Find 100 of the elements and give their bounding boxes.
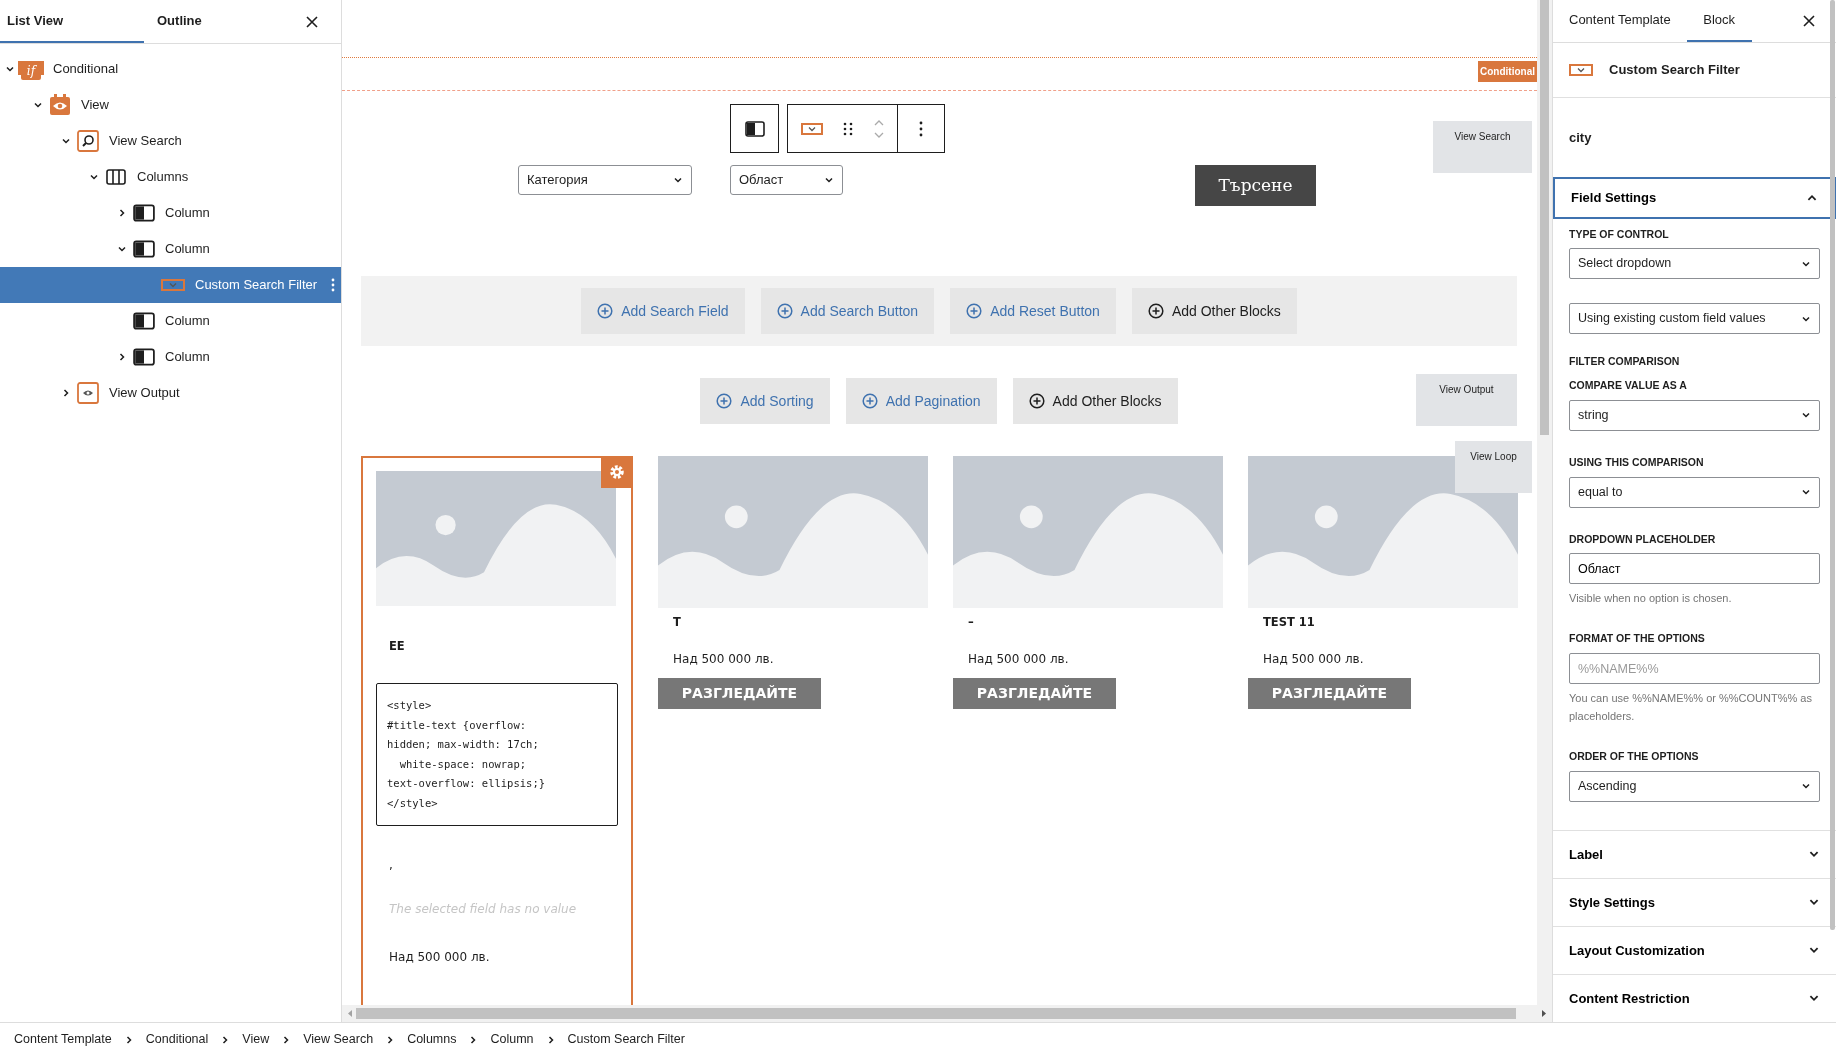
input-field[interactable]: Област <box>1569 553 1820 585</box>
add-button[interactable]: Add Other Blocks <box>1012 378 1178 424</box>
tree-item[interactable]: Column <box>0 339 341 375</box>
code-block: <style> #title-text {overflow: hidden; max-width: 17ch; white-space: nowrap; text-overflow: ellipsis;} </style> <box>376 683 618 827</box>
panel-tab[interactable]: Content Template <box>1561 0 1679 43</box>
dropdown[interactable]: equal to <box>1569 476 1820 508</box>
add-button[interactable]: Add Reset Button <box>950 288 1116 334</box>
tree-item-label: Column <box>165 312 210 331</box>
panel-tab[interactable]: Block <box>1686 0 1752 43</box>
kebab-menu-icon[interactable] <box>919 120 923 137</box>
tree-item-label: Column <box>165 204 210 223</box>
product-price: Над 500 000 лв. <box>673 651 775 669</box>
dropdown[interactable]: Using existing custom field values <box>1569 303 1820 335</box>
tree-item[interactable]: View <box>0 87 341 123</box>
add-button[interactable]: Add Pagination <box>845 378 997 424</box>
tree-item-label: Custom Search Filter <box>195 276 318 295</box>
view-button[interactable]: РАЗГЛЕДАЙТЕ <box>953 678 1116 710</box>
plus-circle-icon <box>716 393 733 409</box>
tree-item[interactable]: View Search <box>0 123 341 159</box>
add-button[interactable]: Add Sorting <box>700 378 830 424</box>
panel-tab[interactable]: Outline <box>144 0 209 43</box>
tree-item-label: View Search <box>109 132 182 151</box>
plus-circle-icon <box>597 303 614 319</box>
field-label: USING THIS COMPARISON <box>1569 454 1705 470</box>
block-tag: Conditional <box>1478 61 1537 82</box>
tree-item-label: Conditional <box>53 60 119 79</box>
breadcrumb-link[interactable]: Conditional <box>145 1030 209 1049</box>
field-name: city <box>1569 128 1592 147</box>
input-field[interactable]: %%NAME%% <box>1569 653 1820 685</box>
column-icon <box>744 118 765 139</box>
product-title: TEST 11 <box>1263 614 1316 631</box>
panel-tab[interactable]: List View <box>0 0 144 43</box>
view-button[interactable]: РАЗГЛЕДАЙТЕ <box>658 678 821 710</box>
view-button[interactable]: РАЗГЛЕДАЙТЕ <box>1248 678 1411 710</box>
plus-circle-icon <box>1147 303 1164 319</box>
tree-item-label: View <box>81 96 109 115</box>
conditional-badge: if <box>21 62 41 80</box>
tree-item[interactable]: Custom Search Filter <box>0 267 341 303</box>
close-icon[interactable] <box>305 14 319 29</box>
product-title: – <box>968 614 975 631</box>
block-tag: View Output <box>1416 374 1517 426</box>
gear-icon[interactable] <box>601 456 633 488</box>
dropdown[interactable]: Област <box>730 165 843 195</box>
breadcrumb-link[interactable]: Content Template <box>14 1030 112 1049</box>
vertical-scrollbar[interactable] <box>1537 0 1552 1005</box>
plus-circle-icon <box>776 303 793 319</box>
dropdown[interactable]: Ascending <box>1569 770 1820 802</box>
dropdown[interactable]: Select dropdown <box>1569 248 1820 280</box>
product-price: Над 500 000 лв. <box>389 949 491 967</box>
field-label: TYPE OF CONTROL <box>1569 226 1670 242</box>
breadcrumb-link[interactable]: Columns <box>407 1030 457 1049</box>
tree-item-label: View Output <box>109 384 180 403</box>
plus-circle-icon <box>1028 393 1045 409</box>
tree-item[interactable]: Column <box>0 303 341 339</box>
horizontal-scrollbar[interactable] <box>342 1005 1552 1022</box>
tree-item-label: Column <box>165 240 210 259</box>
breadcrumb-link[interactable]: View <box>242 1030 270 1049</box>
column-icon <box>133 202 155 224</box>
column-icon <box>133 346 155 368</box>
dropdown[interactable]: Категория <box>518 165 692 195</box>
add-button[interactable]: Add Other Blocks <box>1131 288 1297 334</box>
breadcrumb-link[interactable]: Custom Search Filter <box>567 1030 685 1049</box>
help-text: You can use %%NAME%% or %%COUNT%% as placeholders. <box>1569 691 1813 725</box>
field-label: COMPARE VALUE AS A <box>1569 378 1688 394</box>
chevron-down-icon <box>673 175 683 185</box>
tree-item[interactable]: View Output <box>0 375 341 411</box>
empty-value-note: The selected field has no value <box>389 901 578 919</box>
product-title: EE <box>389 638 406 655</box>
columns-icon <box>105 166 127 188</box>
breadcrumb-link[interactable]: Column <box>490 1030 534 1049</box>
block-tag: View Search <box>1433 121 1532 173</box>
block-tag: View Loop <box>1455 441 1532 493</box>
tree-item[interactable]: Column <box>0 195 341 231</box>
add-button[interactable]: Add Search Button <box>760 288 935 334</box>
tree-item-label: Column <box>165 348 210 367</box>
column-icon <box>133 238 155 260</box>
comma-text: , <box>389 857 394 875</box>
product-price: Над 500 000 лв. <box>1263 651 1365 669</box>
drag-handle-icon[interactable] <box>843 121 853 136</box>
section-header[interactable]: Field Settings <box>1553 177 1836 219</box>
vertical-scrollbar[interactable] <box>1830 0 1835 930</box>
scroll-right-icon[interactable] <box>1540 1009 1548 1018</box>
tree-item[interactable]: Columns <box>0 159 341 195</box>
product-title: T <box>673 614 682 631</box>
eye-icon <box>49 94 71 116</box>
dropdown[interactable]: string <box>1569 399 1820 431</box>
field-label: ORDER OF THE OPTIONS <box>1569 749 1700 765</box>
close-icon[interactable] <box>1802 14 1816 29</box>
breadcrumb-link[interactable]: View Search <box>303 1030 374 1049</box>
tree-item[interactable]: if Conditional <box>0 51 341 87</box>
search-button[interactable]: Търсене <box>1195 165 1316 206</box>
tree-item[interactable]: Column <box>0 231 341 267</box>
field-label: DROPDOWN PLACEHOLDER <box>1569 531 1717 547</box>
product-price: Над 500 000 лв. <box>968 651 1070 669</box>
chevron-down-icon <box>824 175 834 185</box>
add-button[interactable]: Add Search Field <box>581 288 745 334</box>
column-icon <box>133 310 155 332</box>
eye-icon <box>77 382 99 404</box>
dropdown-icon <box>800 122 823 135</box>
field-label: FORMAT OF THE OPTIONS <box>1569 631 1706 647</box>
